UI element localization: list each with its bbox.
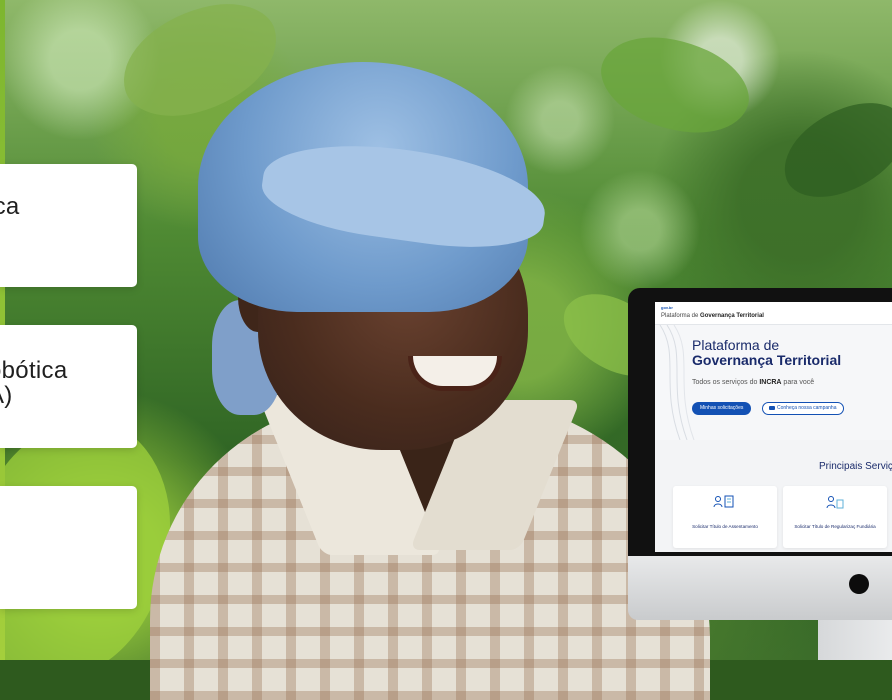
desktop-monitor: gov.br Plataforma de Governança Territor… xyxy=(628,288,892,660)
card-title: ica xyxy=(0,193,20,220)
campaign-button-label: Conheça nossa campanha xyxy=(777,405,837,411)
card-title-line: obótica xyxy=(0,357,68,384)
services-section: Principais Serviço Solicitar Título de A… xyxy=(655,440,892,552)
header-title-prefix: Plataforma de xyxy=(661,313,701,319)
header-title-bold: Governança Territorial xyxy=(700,313,764,319)
card-title-line: A) xyxy=(0,382,13,409)
hero-subtitle-suffix: para você xyxy=(781,379,815,386)
feature-card-1[interactable]: ica xyxy=(0,164,137,287)
monitor-logo-dot xyxy=(849,574,869,594)
campaign-button[interactable]: Conheça nossa campanha xyxy=(762,402,844,415)
service-card-settlement-title[interactable]: Solicitar Título de Assentamento xyxy=(673,486,777,548)
card-title: obótica A) xyxy=(0,358,68,408)
header-title: Plataforma de Governança Territorial xyxy=(661,313,764,319)
monitor-stand xyxy=(818,620,892,660)
service-label: Solicitar Título de Regularizaç Fundiári… xyxy=(794,524,876,529)
land-document-icon xyxy=(826,496,844,509)
hero-section: Plataforma de Governança Territorial Tod… xyxy=(655,325,892,440)
feature-card-3[interactable] xyxy=(0,486,137,609)
monitor-screen: gov.br Plataforma de Governança Territor… xyxy=(655,302,892,552)
video-icon xyxy=(769,405,775,410)
hero-title: Plataforma de Governança Territorial xyxy=(692,338,841,368)
hero-title-line1: Plataforma de xyxy=(692,337,780,353)
hero-title-line2: Governança Territorial xyxy=(692,352,842,368)
hero-subtitle-prefix: Todos os serviços do xyxy=(692,379,760,386)
service-card-land-regularization[interactable]: Solicitar Título de Regularizaç Fundiári… xyxy=(783,486,887,548)
service-label: Solicitar Título de Assentamento xyxy=(692,524,758,529)
feature-card-2[interactable]: obótica A) xyxy=(0,325,137,448)
hero-subtitle: Todos os serviços do INCRA para você xyxy=(692,379,814,386)
my-requests-button[interactable]: Minhas solicitações xyxy=(692,402,752,415)
services-title: Principais Serviço xyxy=(819,461,892,472)
hero-subtitle-bold: INCRA xyxy=(759,379,782,386)
people-document-icon xyxy=(713,495,734,508)
gov-logo[interactable]: gov.br xyxy=(661,305,673,310)
foliage-leaf xyxy=(770,90,892,210)
site-header: gov.br Plataforma de Governança Territor… xyxy=(655,302,892,325)
foliage-leaf xyxy=(588,12,762,158)
